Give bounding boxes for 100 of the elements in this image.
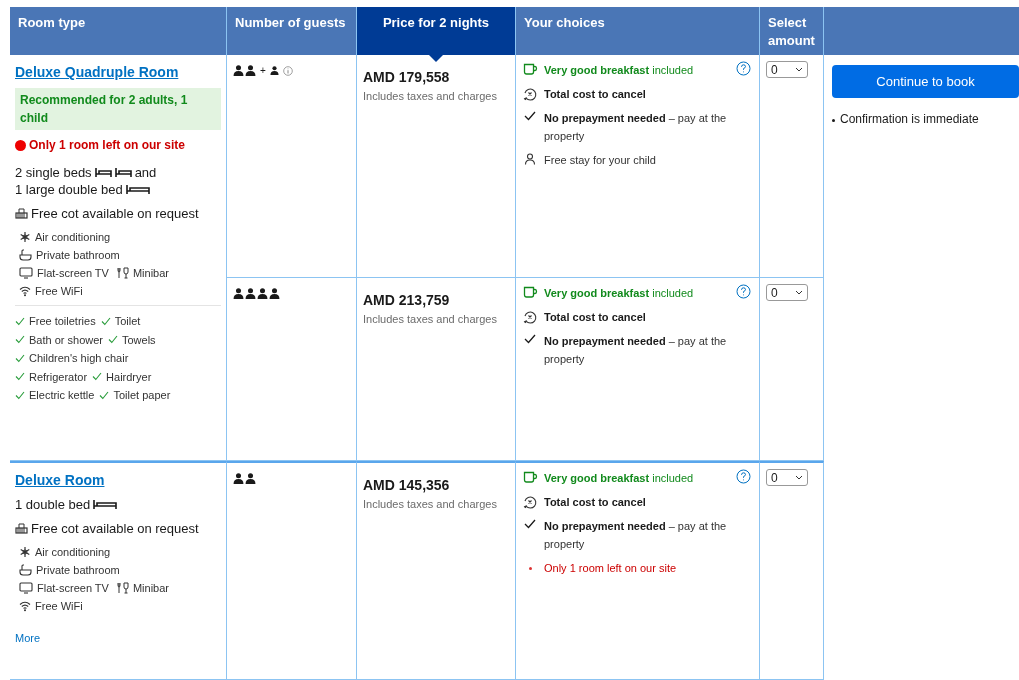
tv-icon	[19, 267, 33, 279]
caret-icon	[795, 475, 803, 480]
person-outline-icon	[524, 153, 536, 165]
price-amount: AMD 213,759	[363, 292, 451, 308]
choice-text: Total cost to cancel	[544, 310, 647, 325]
person-icon	[233, 288, 244, 299]
cot-note: Free cot available on request	[31, 521, 199, 536]
alert-dot-icon	[15, 139, 26, 151]
choice-text: No prepayment needed – pay at the property	[544, 334, 728, 367]
facility-label: Flat-screen TV	[37, 267, 109, 279]
facility-label: Private bathroom	[36, 564, 120, 576]
amount-dropdown[interactable]: 0	[766, 469, 808, 486]
amenity-label: Hairdryer	[106, 369, 152, 385]
cancel-icon	[523, 495, 537, 509]
room-name-link[interactable]: Deluxe Room	[15, 472, 105, 488]
amenity-label: Electric kettle	[29, 388, 95, 403]
facility-label: Private bathroom	[36, 249, 120, 261]
person-icon	[269, 66, 279, 75]
person-icon	[245, 65, 256, 76]
amount-dropdown[interactable]: 0	[766, 284, 808, 301]
cot-icon	[15, 522, 28, 535]
choice-text: Very good breakfast included	[544, 63, 695, 78]
wifi-icon	[19, 285, 31, 297]
amount-dropdown[interactable]: 0	[766, 61, 808, 78]
snowflake-icon	[19, 231, 31, 243]
glass-icon	[116, 582, 129, 594]
amenity-label: Free toiletries	[29, 314, 96, 329]
caret-icon	[795, 67, 803, 72]
cancel-icon	[523, 310, 537, 324]
check-icon	[108, 335, 118, 345]
snowflake-icon	[19, 546, 31, 558]
facility-label: Flat-screen TV	[37, 582, 109, 594]
price-amount: AMD 179,558	[363, 69, 451, 85]
price-note: Includes taxes and charges	[363, 313, 498, 325]
booking-note: Confirmation is immediate	[840, 112, 979, 126]
bullet-icon	[832, 119, 835, 122]
bed-description: 1 large double bed	[15, 181, 123, 198]
bathtub-icon	[19, 564, 32, 576]
amenity-label: Toilet	[114, 314, 141, 329]
info-icon	[282, 65, 293, 76]
bed-description: and	[134, 164, 157, 181]
price-amount: AMD 145,356	[363, 477, 451, 493]
room-name-link[interactable]: Deluxe Quadruple Room	[15, 64, 179, 80]
check-icon	[100, 316, 111, 326]
column-header: Number of guests	[227, 7, 357, 55]
bed-icon	[93, 499, 118, 510]
facility-label: Free WiFi	[35, 600, 83, 612]
facility-label: Minibar	[132, 267, 169, 279]
check-icon	[524, 111, 536, 121]
bullet-icon	[528, 567, 532, 570]
person-icon	[233, 65, 244, 76]
choice-text: Free stay for your child	[544, 153, 657, 168]
cup-icon	[522, 286, 538, 299]
column-header: Room type	[10, 7, 227, 55]
facility-label: Air conditioning	[35, 546, 111, 558]
choice-text: No prepayment needed – pay at the property	[544, 519, 728, 552]
facility-label: Free WiFi	[35, 285, 83, 297]
check-icon	[524, 519, 536, 529]
cup-icon	[522, 471, 538, 484]
continue-to-book-button[interactable]: Continue to book	[832, 65, 1019, 98]
cup-icon	[522, 63, 538, 76]
choice-text: Very good breakfast included	[544, 471, 695, 486]
column-header: Your choices	[516, 7, 760, 55]
cot-note: Free cot available on request	[31, 206, 199, 221]
recommendation-banner: Recommended for 2 adults, 1 child	[15, 88, 221, 130]
choice-text: Total cost to cancel	[544, 495, 647, 510]
amenity-label: Refrigerator	[29, 369, 88, 385]
help-icon	[736, 61, 751, 76]
glass-icon	[116, 267, 129, 279]
check-icon	[99, 390, 110, 400]
facility-label: Air conditioning	[35, 231, 111, 243]
price-note: Includes taxes and charges	[363, 498, 498, 510]
person-icon	[245, 288, 256, 299]
bed-description: 1 double bed	[15, 496, 91, 513]
bed-description: 2 single beds	[15, 164, 92, 181]
person-icon	[257, 288, 268, 299]
choice-text: No prepayment needed – pay at the property	[544, 111, 728, 144]
choice-text: Very good breakfast included	[544, 286, 695, 301]
help-icon	[736, 469, 751, 484]
check-icon	[524, 334, 536, 344]
bed-icon	[125, 184, 150, 195]
more-link[interactable]: More	[15, 632, 41, 644]
facility-label: Minibar	[132, 582, 169, 594]
caret-icon	[795, 290, 803, 295]
price-note: Includes taxes and charges	[363, 90, 498, 102]
person-icon	[245, 473, 256, 484]
amenity-label: Children's high chair	[29, 351, 129, 366]
plus-sign: +	[260, 65, 266, 76]
help-icon	[736, 284, 751, 299]
check-icon	[92, 372, 103, 382]
amenity-label: Bath or shower	[29, 332, 103, 348]
cancel-icon	[523, 87, 537, 101]
column-header: Select amount	[760, 7, 824, 55]
cot-icon	[15, 207, 28, 220]
bathtub-icon	[19, 249, 32, 261]
tv-icon	[19, 582, 33, 594]
choice-text: Only 1 room left on our site	[544, 561, 678, 576]
bed-icon	[94, 167, 112, 178]
availability-warning: Only 1 room left on our site	[29, 138, 186, 152]
amenity-label: Toilet paper	[113, 388, 171, 403]
